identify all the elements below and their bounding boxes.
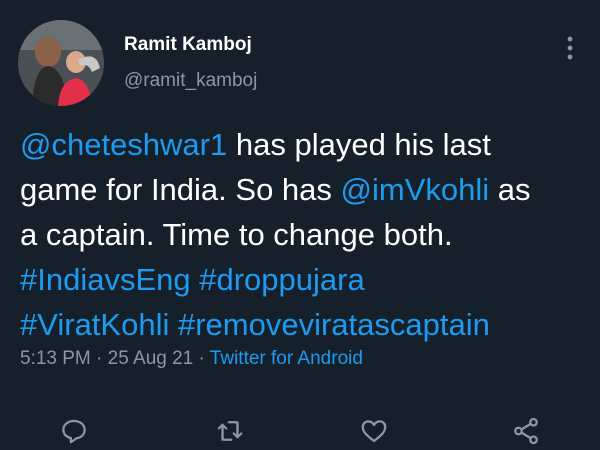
like-icon: [361, 420, 387, 443]
retweet-button[interactable]: [212, 413, 248, 449]
avatar-photo: [18, 20, 104, 106]
hashtag-link[interactable]: #removeviratascaptain: [178, 307, 490, 342]
share-icon: [514, 417, 538, 445]
like-button[interactable]: [356, 413, 392, 449]
tweet-text-segment: game for India. So has: [20, 172, 341, 207]
meta-separator: ·: [193, 348, 210, 369]
hashtag-link[interactable]: #IndiavsEng: [20, 262, 191, 297]
tweet-date[interactable]: 25 Aug 21: [108, 348, 194, 369]
more-options-button[interactable]: [560, 34, 580, 62]
tweet-text: @cheteshwar1 has played his last game fo…: [20, 122, 590, 347]
tweet-meta: 5:13 PM · 25 Aug 21 · Twitter for Androi…: [20, 348, 363, 370]
hashtag-link[interactable]: #droppujara: [199, 262, 364, 297]
reply-button[interactable]: [56, 413, 92, 449]
tweet-card: Ramit Kamboj @ramit_kamboj @cheteshwar1 …: [0, 0, 600, 450]
tweet-text-segment: a captain. Time to change both.: [20, 217, 453, 252]
tweet-time[interactable]: 5:13 PM: [20, 348, 91, 369]
tweet-text-segment: as: [489, 172, 531, 207]
author-handle[interactable]: @ramit_kamboj: [124, 70, 257, 92]
more-vertical-icon: [567, 36, 573, 60]
reply-icon: [62, 419, 86, 444]
tweet-text-segment: has played his last: [227, 127, 491, 162]
share-button[interactable]: [508, 413, 544, 449]
tweet-source[interactable]: Twitter for Android: [210, 348, 363, 369]
hashtag-link[interactable]: #ViratKohli: [20, 307, 169, 342]
retweet-icon: [217, 421, 243, 441]
author-name[interactable]: Ramit Kamboj: [124, 34, 252, 56]
meta-separator: ·: [90, 348, 108, 369]
avatar[interactable]: [18, 20, 104, 106]
mention-link[interactable]: @cheteshwar1: [20, 127, 227, 162]
mention-link[interactable]: @imVkohli: [341, 172, 490, 207]
